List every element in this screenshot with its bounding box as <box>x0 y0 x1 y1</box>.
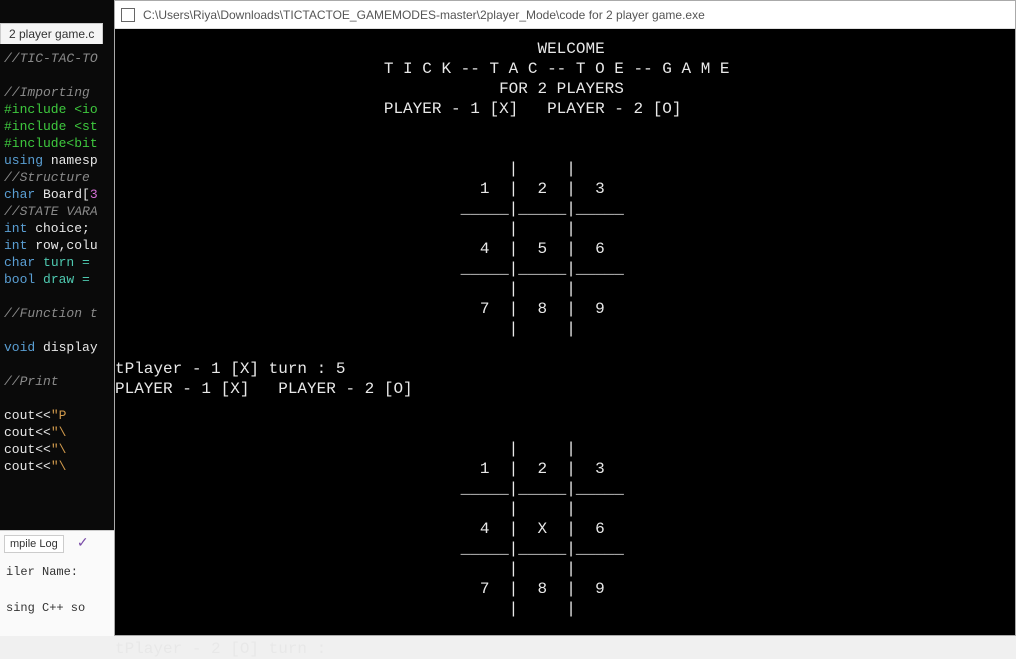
code-line <box>4 390 111 407</box>
code-line: cout<<"P <box>4 407 111 424</box>
compile-panel: mpile Log ✓ iler Name: sing C++ so <box>0 530 115 636</box>
code-line: cout<<"\ <box>4 424 111 441</box>
code-editor[interactable]: //TIC-TAC-TO //Importing#include <io#inc… <box>0 45 115 525</box>
compiler-name-label: iler Name: <box>4 565 111 579</box>
console-title: C:\Users\Riya\Downloads\TICTACTOE_GAMEMO… <box>143 8 705 22</box>
code-line: //TIC-TAC-TO <box>4 50 111 67</box>
code-line: bool draw = <box>4 271 111 288</box>
editor-tab-label: 2 player game.c <box>9 27 94 41</box>
code-line: void display <box>4 339 111 356</box>
editor-tab[interactable]: 2 player game.c <box>0 23 103 44</box>
code-line <box>4 67 111 84</box>
app-icon <box>121 8 135 22</box>
code-line <box>4 356 111 373</box>
code-line: //Print <box>4 373 111 390</box>
code-line: //Importing <box>4 84 111 101</box>
code-line: //Structure <box>4 169 111 186</box>
console-output[interactable]: WELCOME T I C K -- T A C -- T O E -- G A… <box>115 29 1015 635</box>
console-window: C:\Users\Riya\Downloads\TICTACTOE_GAMEMO… <box>114 0 1016 636</box>
code-line: int row,colu <box>4 237 111 254</box>
code-line: //STATE VARA <box>4 203 111 220</box>
code-line: #include<bit <box>4 135 111 152</box>
code-line <box>4 288 111 305</box>
console-titlebar[interactable]: C:\Users\Riya\Downloads\TICTACTOE_GAMEMO… <box>115 1 1015 29</box>
code-line: #include <st <box>4 118 111 135</box>
compile-log-tab[interactable]: mpile Log <box>4 535 64 553</box>
code-line: //Function t <box>4 305 111 322</box>
code-line: using namesp <box>4 152 111 169</box>
compiler-info-label: sing C++ so <box>4 601 111 615</box>
code-line: cout<<"\ <box>4 441 111 458</box>
check-icon: ✓ <box>77 535 89 552</box>
code-line: char Board[3 <box>4 186 111 203</box>
code-line: #include <io <box>4 101 111 118</box>
code-line: char turn = <box>4 254 111 271</box>
code-line <box>4 322 111 339</box>
code-line: int choice; <box>4 220 111 237</box>
code-line: cout<<"\ <box>4 458 111 475</box>
